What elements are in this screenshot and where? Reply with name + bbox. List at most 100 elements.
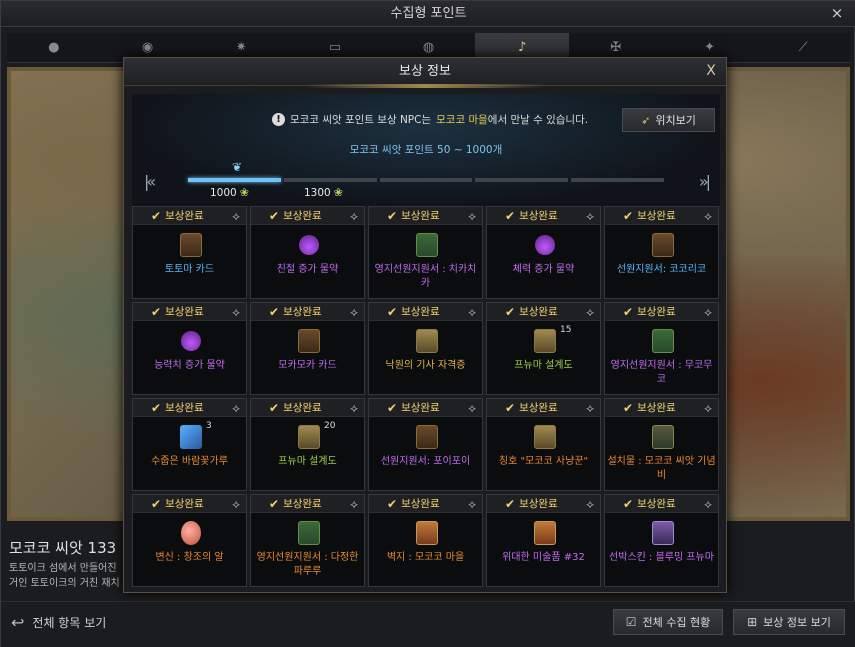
checkmark-icon: ✔ <box>623 400 634 415</box>
notice-location-highlight: 모코코 마을 <box>436 114 488 126</box>
claimed-badge-icon: ⟡ <box>468 305 476 319</box>
reward-cell[interactable]: ✔ 보상완료 ⟡ 칭호 "모코코 사냥꾼" <box>486 398 601 491</box>
reward-cell[interactable]: ✔ 보상완료 ⟡ 토토마 카드 <box>132 206 247 299</box>
category-tab[interactable]: ● <box>7 33 101 62</box>
reward-status: ✔ 보상완료 ⟡ <box>487 399 600 417</box>
completed-label: 보상완료 <box>637 498 676 510</box>
reward-info-button[interactable]: ⊞ 보상 정보 보기 <box>733 609 845 635</box>
reward-status: ✔ 보상완료 ⟡ <box>133 303 246 321</box>
reward-cell[interactable]: ✔ 보상완료 ⟡ 영지선원지원서 : 다정한 파루루 <box>250 494 365 587</box>
header-ornament <box>305 84 545 88</box>
claimed-badge-icon: ⟡ <box>350 209 358 223</box>
completed-label: 보상완료 <box>165 306 204 318</box>
map-icon <box>298 425 320 449</box>
reward-cell[interactable]: ✔ 보상완료 ⟡ 위대한 미술품 #32 <box>486 494 601 587</box>
reward-cell[interactable]: ✔ 보상완료 ⟡ 능력치 증가 물약 <box>132 302 247 395</box>
reward-progress-panel: ! 모코코 씨앗 포인트 보상 NPC는 모코코 마을 에서 만날 수 있습니다.… <box>132 94 720 206</box>
reward-name: 낙원의 기사 자격증 <box>385 360 466 371</box>
current-milestone-icon: ❦ <box>232 160 243 174</box>
reward-cell[interactable]: ✔ 보상완료 ⟡ 선원지원서: 코코리코 <box>604 206 719 299</box>
reward-status: ✔ 보상완료 ⟡ <box>369 303 482 321</box>
reward-status: ✔ 보상완료 ⟡ <box>251 495 364 513</box>
reward-status: ✔ 보상완료 ⟡ <box>133 399 246 417</box>
reward-cell[interactable]: ✔ 보상완료 ⟡ 영지선원지원서 : 무코무코 <box>604 302 719 395</box>
checkmark-icon: ✔ <box>269 496 280 511</box>
reward-info-modal: 보상 정보 X ! 모코코 씨앗 포인트 보상 NPC는 모코코 마을 에서 만날… <box>123 57 727 593</box>
reward-cell[interactable]: ✔ 보상완료 ⟡ 친절 증가 물약 <box>250 206 365 299</box>
milestone-1000: 1000 ❀ <box>210 186 249 199</box>
reward-name: 영지선원지원서 : 치카치카 <box>374 264 477 289</box>
reward-cell[interactable]: ✔ 보상완료 ⟡ 3 수줍은 바람꽃가루 <box>132 398 247 491</box>
statue-icon <box>652 425 674 449</box>
completed-label: 보상완료 <box>283 210 322 222</box>
reward-name: 칭호 "모코코 사냥꾼" <box>498 456 589 467</box>
view-location-button[interactable]: ➶ 위치보기 <box>622 108 715 132</box>
map-icon <box>534 329 556 353</box>
reward-cell[interactable]: ✔ 보상완료 ⟡ 영지선원지원서 : 치카치카 <box>368 206 483 299</box>
checkmark-icon: ✔ <box>269 400 280 415</box>
claimed-badge-icon: ⟡ <box>232 305 240 319</box>
collectible-points-window: 수집형 포인트 × ● ◉ ✷ ▭ ◍ ♪ ✠ ✦ ⟋ 모코코 씨앗 133 토토이크 섬에서 … <box>0 0 855 647</box>
completed-label: 보상완료 <box>283 306 322 318</box>
completed-label: 보상완료 <box>401 402 440 414</box>
claimed-badge-icon: ⟡ <box>468 209 476 223</box>
reward-cell[interactable]: ✔ 보상완료 ⟡ 선원지원서: 포이포이 <box>368 398 483 491</box>
claimed-badge-icon: ⟡ <box>350 305 358 319</box>
reward-status: ✔ 보상완료 ⟡ <box>605 399 718 417</box>
reward-cell[interactable]: ✔ 보상완료 ⟡ 20 프뉴마 설계도 <box>250 398 365 491</box>
claimed-badge-icon: ⟡ <box>704 209 712 223</box>
modal-close-icon[interactable]: X <box>702 62 720 80</box>
collection-desc-line2: 거인 토토이크의 거친 재치 <box>9 578 120 589</box>
checkmark-icon: ✔ <box>269 208 280 223</box>
claimed-badge-icon: ⟡ <box>704 401 712 415</box>
npc-notice: ! 모코코 씨앗 포인트 보상 NPC는 모코코 마을 에서 만날 수 있습니다. <box>272 112 588 127</box>
checkmark-icon: ✔ <box>623 208 634 223</box>
reward-status: ✔ 보상완료 ⟡ <box>605 495 718 513</box>
modal-header: 보상 정보 X <box>124 58 726 88</box>
reward-cell[interactable]: ✔ 보상완료 ⟡ 낙원의 기사 자격증 <box>368 302 483 395</box>
prev-page-icon[interactable]: |‹‹ <box>144 172 156 191</box>
view-all-label: 전체 항목 보기 <box>32 616 107 630</box>
reward-cell[interactable]: ✔ 보상완료 ⟡ 선박스킨 : 블루밍 프뉴마 <box>604 494 719 587</box>
claimed-badge-icon: ⟡ <box>468 401 476 415</box>
reward-name: 토토마 카드 <box>164 264 215 275</box>
claimed-badge-icon: ⟡ <box>468 497 476 511</box>
reward-cell[interactable]: ✔ 보상완료 ⟡ 모카모카 카드 <box>250 302 365 395</box>
giant-heart-icon: ◉ <box>141 39 154 55</box>
potion-icon <box>299 235 319 255</box>
reward-name: 친절 증가 물약 <box>276 264 339 275</box>
info-icon: ! <box>272 113 285 126</box>
reward-cell[interactable]: ✔ 보상완료 ⟡ 15 프뉴마 설계도 <box>486 302 601 395</box>
checkmark-icon: ✔ <box>151 304 162 319</box>
reward-cell[interactable]: ✔ 보상완료 ⟡ 벽지 : 모코코 마을 <box>368 494 483 587</box>
reward-info-label: 보상 정보 보기 <box>763 616 831 629</box>
category-tab[interactable]: ⟋ <box>756 33 850 62</box>
collection-description: 토토이크 섬에서 만들어진 거인 토토이크의 거친 재치 <box>9 561 129 591</box>
reward-status: ✔ 보상완료 ⟡ <box>487 207 600 225</box>
completed-label: 보상완료 <box>519 210 558 222</box>
mococo-seed-icon: ❀ <box>239 186 249 199</box>
completed-label: 보상완료 <box>401 498 440 510</box>
completed-label: 보상완료 <box>401 210 440 222</box>
reward-status: ✔ 보상완료 ⟡ <box>251 399 364 417</box>
collection-status-button[interactable]: ☑ 전체 수집 현황 <box>613 609 723 635</box>
completed-label: 보상완료 <box>519 498 558 510</box>
notice-text-part1: 모코코 씨앗 포인트 보상 NPC는 <box>290 114 432 126</box>
collection-status-label: 전체 수집 현황 <box>642 616 711 629</box>
view-all-items-link[interactable]: ↩ 전체 항목 보기 <box>11 613 106 632</box>
claimed-badge-icon: ⟡ <box>704 305 712 319</box>
next-page-icon[interactable]: ››| <box>699 172 711 191</box>
reward-name: 프뉴마 설계도 <box>278 456 337 467</box>
scroll-icon <box>652 329 674 353</box>
checkmark-icon: ✔ <box>505 208 516 223</box>
item-quantity: 20 <box>324 421 336 431</box>
footer-bar <box>1 601 855 647</box>
reward-status: ✔ 보상완료 ⟡ <box>487 303 600 321</box>
telescope-icon: ⟋ <box>798 39 808 55</box>
star-icon: ✷ <box>235 39 247 55</box>
reward-cell[interactable]: ✔ 보상완료 ⟡ 설치물 : 모코코 씨앗 기념비 <box>604 398 719 491</box>
window-close-icon[interactable]: × <box>828 4 846 22</box>
egg-icon <box>181 521 201 545</box>
reward-cell[interactable]: ✔ 보상완료 ⟡ 변신 : 창조의 알 <box>132 494 247 587</box>
reward-cell[interactable]: ✔ 보상완료 ⟡ 체력 증가 물약 <box>486 206 601 299</box>
